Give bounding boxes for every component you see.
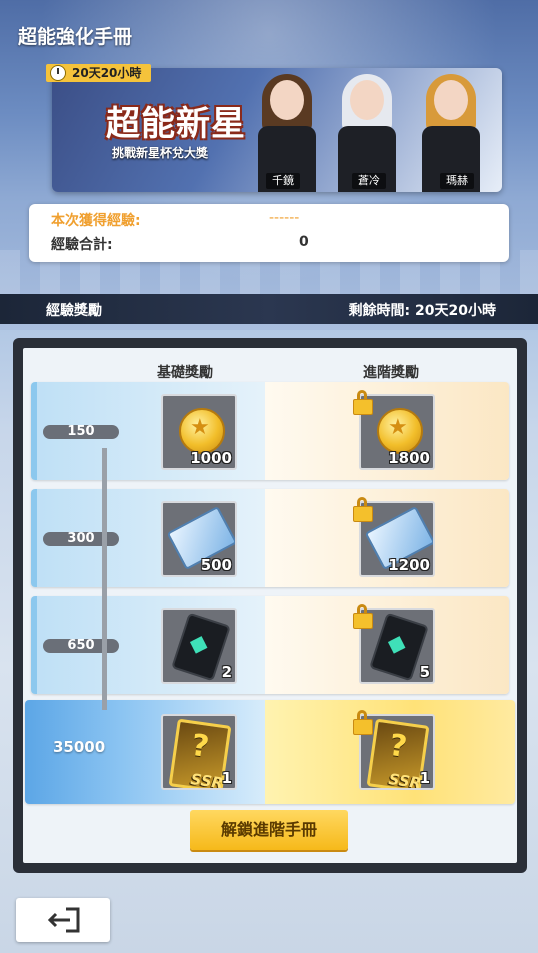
item-quantity: 1 [221, 769, 232, 787]
item-quantity: 1000 [190, 449, 232, 467]
total-exp-value: 0 [299, 234, 309, 250]
section-bar: 經驗獎勵 剩餘時間: 20天20小時 [0, 294, 538, 324]
event-banner: 超能新星 挑戰新星杯兌大獎 千鏡 蒼冷 瑪赫 [52, 68, 502, 192]
item-quantity: 5 [419, 663, 430, 681]
item-quantity: 2 [221, 663, 232, 681]
basic-reward-item[interactable]: ? SSR 1 [161, 714, 237, 790]
ssr-label: SSR [387, 770, 423, 790]
coin-icon [179, 408, 225, 454]
rewards-list: 基礎獎勵 進階獎勵 150 1000 1800 300 [23, 348, 517, 863]
item-quantity: 500 [200, 556, 232, 574]
lock-icon [353, 710, 373, 735]
basic-reward-item[interactable]: 2 [161, 608, 237, 684]
item-quantity: 1800 [388, 449, 430, 467]
ssr-label: SSR [189, 770, 225, 790]
current-exp-label: 本次獲得經驗: [51, 213, 141, 229]
clock-icon [50, 65, 66, 81]
banner-subtitle: 挑戰新星杯兌大獎 [112, 146, 209, 160]
remaining-time: 剩餘時間: 20天20小時 [348, 303, 496, 319]
reward-row-4: 35000 ? SSR 1 ? SSR 1 [25, 700, 515, 804]
coin-icon [377, 408, 423, 454]
progress-track [102, 448, 107, 710]
character-name-1: 千鏡 [266, 173, 300, 189]
unlock-advanced-button[interactable]: 解鎖進階手冊 [190, 810, 348, 850]
ssr-question-mark: ? [188, 727, 212, 765]
current-exp-value: ------ [269, 210, 300, 226]
character-name-3: 瑪赫 [440, 173, 474, 189]
level-badge: 650 [43, 639, 119, 653]
banner-title: 超能新星 [106, 104, 246, 144]
lock-icon [353, 390, 373, 415]
back-button[interactable] [16, 898, 110, 942]
level-badge: 300 [43, 532, 119, 546]
total-exp-label: 經驗合計: [51, 237, 113, 253]
exit-icon [47, 907, 80, 933]
basic-reward-item[interactable]: 500 [161, 501, 237, 577]
lock-icon [353, 497, 373, 522]
lock-icon [353, 604, 373, 629]
page-title: 超能強化手冊 [18, 26, 133, 48]
exp-panel: 本次獲得經驗: ------ 經驗合計: 0 [29, 204, 509, 262]
basic-reward-item[interactable]: 1000 [161, 394, 237, 470]
item-quantity: 1 [419, 769, 430, 787]
basic-rewards-header: 基礎獎勵 [157, 365, 213, 381]
rewards-card: 基礎獎勵 進階獎勵 150 1000 1800 300 [13, 338, 527, 873]
character-name-2: 蒼冷 [352, 173, 386, 189]
event-timer-text: 20天20小時 [72, 66, 142, 80]
ssr-question-mark: ? [386, 727, 410, 765]
event-timer-badge: 20天20小時 [46, 64, 152, 82]
item-quantity: 1200 [388, 556, 430, 574]
level-badge: 35000 [53, 738, 106, 756]
level-badge: 150 [43, 425, 119, 439]
advanced-rewards-header: 進階獎勵 [363, 365, 419, 381]
section-title: 經驗獎勵 [46, 303, 102, 319]
